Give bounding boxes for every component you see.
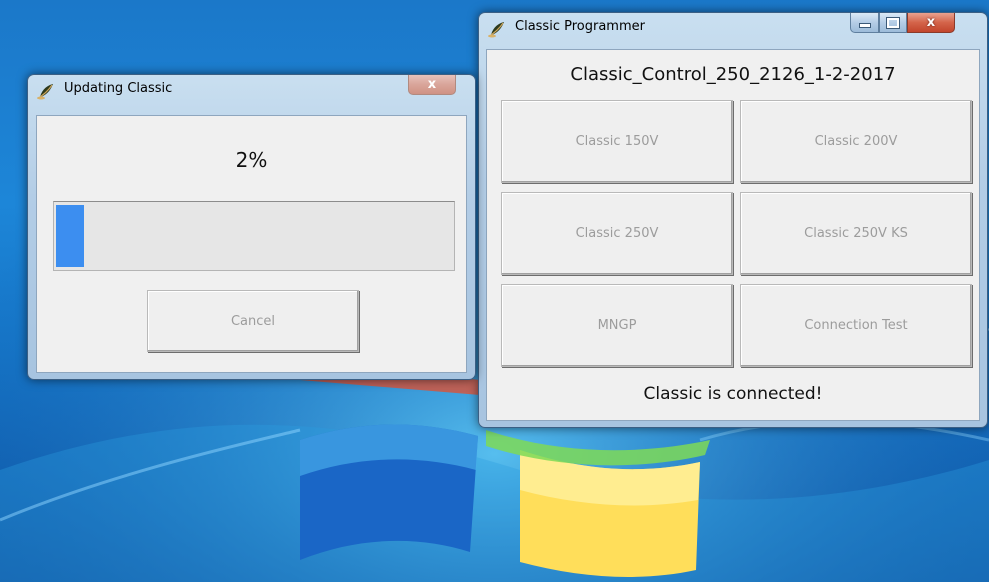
mngp-button[interactable]: MNGP — [501, 284, 733, 367]
programmer-client-area: Classic_Control_250_2126_1-2-2017 Classi… — [486, 49, 980, 421]
minimize-button[interactable] — [850, 13, 879, 33]
cancel-button[interactable]: Cancel — [147, 290, 359, 352]
leaf-icon — [37, 84, 53, 100]
classic-programmer-window: Classic Programmer x Classic_Control_250… — [478, 12, 988, 428]
classic-200v-button[interactable]: Classic 200V — [740, 100, 972, 183]
classic-150v-button[interactable]: Classic 150V — [501, 100, 733, 183]
minimize-icon — [858, 23, 871, 28]
progress-percent: 2% — [235, 148, 268, 172]
maximize-button[interactable] — [879, 13, 907, 33]
close-button[interactable]: x — [907, 13, 955, 33]
close-icon: x — [926, 15, 936, 30]
version-label: Classic_Control_250_2126_1-2-2017 — [570, 64, 896, 85]
maximize-icon — [886, 16, 900, 29]
progress-bar — [53, 201, 455, 271]
classic-250v-button[interactable]: Classic 250V — [501, 192, 733, 275]
window-title: Classic Programmer — [515, 19, 645, 34]
updating-classic-window: Updating Classic x 2% Cancel — [27, 74, 476, 380]
close-icon: x — [427, 77, 437, 92]
updating-titlebar[interactable]: Updating Classic x — [28, 75, 475, 105]
close-button[interactable]: x — [408, 75, 456, 95]
programmer-titlebar[interactable]: Classic Programmer x — [479, 13, 987, 43]
updating-client-area: 2% Cancel — [36, 115, 467, 373]
progress-fill — [56, 205, 84, 267]
connection-status: Classic is connected! — [643, 384, 823, 404]
classic-250v-ks-button[interactable]: Classic 250V KS — [740, 192, 972, 275]
connection-test-button[interactable]: Connection Test — [740, 284, 972, 367]
window-title: Updating Classic — [64, 81, 173, 96]
leaf-icon — [488, 22, 504, 38]
